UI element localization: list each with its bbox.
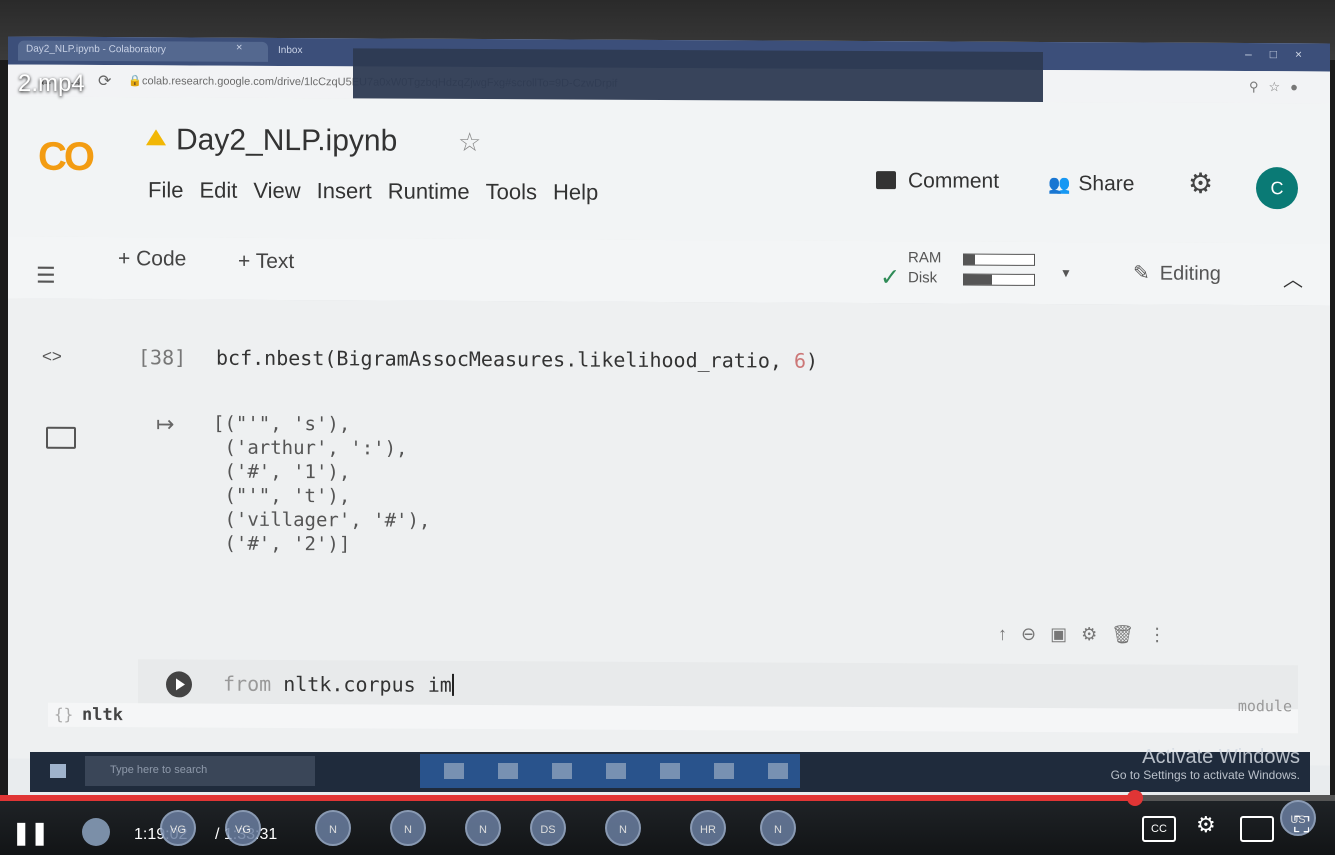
more-icon[interactable]: ⋮ <box>1148 625 1180 645</box>
disk-meter[interactable] <box>963 273 1035 286</box>
share-label: Share <box>1078 172 1135 196</box>
settings-icon[interactable]: ⚙ <box>1196 812 1216 838</box>
menu-insert[interactable]: Insert <box>317 178 372 204</box>
add-text-button[interactable]: + Text <box>238 250 294 274</box>
share-button[interactable]: 👥 Share <box>1048 172 1134 196</box>
lock-icon: 🔒 <box>128 75 142 88</box>
participant-avatar[interactable]: N <box>315 810 351 846</box>
menu-tools[interactable]: Tools <box>486 179 537 205</box>
people-icon: 👥 <box>1048 173 1071 195</box>
link-icon[interactable]: ⊖ <box>1021 624 1050 644</box>
comment-label: Comment <box>908 169 1000 193</box>
disk-label: Disk <box>908 269 938 287</box>
participant-avatar[interactable]: N <box>465 810 501 846</box>
code-snippets-icon[interactable]: <> <box>42 347 62 367</box>
avatar[interactable]: C <box>1256 167 1298 210</box>
move-up-icon[interactable]: ↑ <box>998 624 1021 644</box>
folder-icon[interactable] <box>46 426 76 449</box>
cell-settings-icon[interactable]: ⚙ <box>1081 624 1111 644</box>
colab-header: CO Day2_NLP.ipynb ☆ File Edit View Inser… <box>8 96 1330 244</box>
code-number: 6 <box>793 348 807 373</box>
participant-avatar[interactable]: HR <box>690 810 726 846</box>
browser-tab-inbox[interactable]: Inbox <box>270 42 360 62</box>
add-code-button[interactable]: + Code <box>118 247 186 271</box>
notebook-toolbar: ☰ + Code + Text ✓ RAM Disk ▼ ✎ Editing ︿ <box>8 236 1330 307</box>
code-text: bcf.nbest(BigramAssocMeasures.likelihood… <box>216 345 794 373</box>
browser-tab-colab[interactable]: Day2_NLP.ipynb - Colaboratory <box>18 40 268 62</box>
menu-edit[interactable]: Edit <box>199 178 237 204</box>
video-title: 2.mp4 <box>18 70 85 97</box>
close-tab-icon[interactable]: × <box>236 42 242 54</box>
participant-avatar[interactable]: DS <box>530 810 566 846</box>
drive-icon <box>146 129 166 146</box>
output-icon[interactable]: ↦ <box>156 411 174 437</box>
ram-meter-fill <box>964 254 975 265</box>
chevron-down-icon[interactable]: ▼ <box>1060 266 1072 280</box>
tab-title: Day2_NLP.ipynb - Colaboratory <box>26 43 166 56</box>
chevron-up-icon[interactable]: ︿ <box>1283 263 1303 292</box>
editing-button[interactable]: ✎ Editing <box>1133 260 1221 285</box>
comment-button[interactable]: Comment <box>876 169 999 194</box>
miniplayer-icon[interactable] <box>1240 816 1274 842</box>
pencil-icon: ✎ <box>1133 262 1150 285</box>
cell-output: [("'", 's'), ('arthur', ':'), ('#', '1')… <box>213 412 431 556</box>
pause-icon[interactable]: ❚❚ <box>12 820 49 846</box>
autocomplete-item[interactable]: nltk <box>82 705 123 725</box>
search-placeholder: Type here to search <box>110 764 208 776</box>
notebook-title[interactable]: Day2_NLP.ipynb <box>176 123 397 158</box>
tab-title: Inbox <box>278 44 303 57</box>
cell-code[interactable]: bcf.nbest(BigramAssocMeasures.likelihood… <box>216 346 818 373</box>
menu-bar: File Edit View Insert Runtime Tools Help <box>148 177 598 205</box>
gear-icon[interactable]: ⚙ <box>1188 167 1213 200</box>
participant-avatar[interactable]: N <box>760 810 796 846</box>
run-cell-button[interactable] <box>166 671 192 698</box>
table-of-contents-icon[interactable]: ☰ <box>36 263 56 289</box>
menu-view[interactable]: View <box>253 178 300 204</box>
progress-scrubber[interactable] <box>1126 790 1143 806</box>
autocomplete-popup[interactable]: {} nltk module <box>48 697 1298 734</box>
code-input[interactable]: from nltk.corpus im <box>223 672 454 697</box>
participant-avatar[interactable]: VG <box>225 810 261 846</box>
menu-help[interactable]: Help <box>553 179 598 205</box>
delete-icon[interactable]: 🗑 <box>1111 624 1148 644</box>
colab-logo[interactable]: CO <box>38 135 92 180</box>
code-text-end: ) <box>806 348 819 373</box>
progress-fill <box>0 795 1135 801</box>
disk-meter-fill <box>964 274 992 285</box>
participant-avatar[interactable]: N <box>390 810 426 846</box>
comment-cell-icon[interactable]: ▣ <box>1050 624 1081 644</box>
editing-label: Editing <box>1159 262 1221 285</box>
autocomplete-type: module <box>1237 696 1292 716</box>
window-controls[interactable]: –□× <box>1245 47 1320 61</box>
execution-count: [38] <box>138 345 187 370</box>
windows-taskbar: Type here to search Activate Windows Go … <box>30 746 1310 792</box>
captions-button[interactable]: CC <box>1142 816 1176 842</box>
menu-file[interactable]: File <box>148 177 183 203</box>
activate-windows-subtitle: Go to Settings to activate Windows. <box>1110 768 1300 782</box>
volume-icon[interactable] <box>82 818 110 846</box>
browser-window: Day2_NLP.ipynb - Colaboratory × Inbox –□… <box>8 36 1330 804</box>
participant-avatar[interactable]: N <box>605 810 641 846</box>
text-cursor <box>451 673 454 696</box>
menu-runtime[interactable]: Runtime <box>388 179 470 205</box>
windows-start-icon[interactable] <box>50 764 66 778</box>
activate-windows-title: Activate Windows <box>1142 746 1300 768</box>
module-icon: {} <box>54 704 74 724</box>
taskbar-apps[interactable] <box>420 754 800 788</box>
ram-label: RAM <box>908 249 942 267</box>
cell-toolbar: ↑⊖▣⚙🗑⋮ <box>998 624 1180 646</box>
code-text: nltk.corpus im <box>271 671 452 697</box>
video-progress-bar[interactable] <box>0 790 1335 806</box>
check-icon: ✓ <box>880 264 901 292</box>
participant-avatar[interactable]: VG <box>160 810 196 846</box>
comment-icon <box>876 171 896 190</box>
star-icon[interactable]: ☆ <box>458 127 481 158</box>
address-bar-icons[interactable]: ⚲☆● <box>1249 79 1308 95</box>
notebook-body: <> [38] bcf.nbest(BigramAssocMeasures.li… <box>8 298 1330 766</box>
fullscreen-icon[interactable]: ⛶ <box>1294 812 1309 838</box>
code-keyword: from <box>223 671 272 696</box>
ram-meter[interactable] <box>963 253 1035 266</box>
